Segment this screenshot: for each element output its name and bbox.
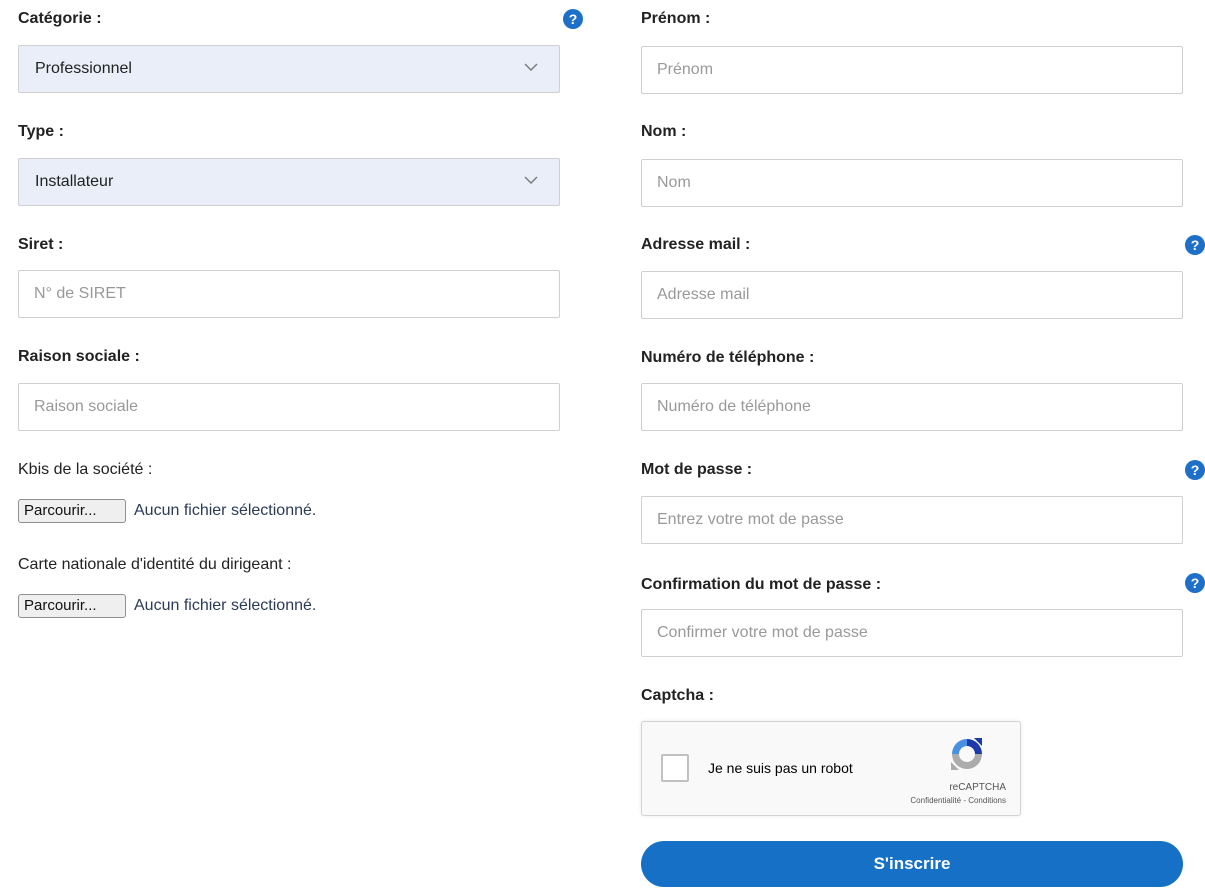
chevron-down-icon bbox=[524, 63, 538, 71]
kbis-browse-button[interactable]: Parcourir... bbox=[18, 499, 126, 523]
confirm-password-input[interactable]: Confirmer votre mot de passe bbox=[641, 609, 1183, 657]
categorie-help-icon[interactable]: ? bbox=[563, 9, 583, 29]
raison-sociale-label: Raison sociale : bbox=[18, 348, 140, 365]
type-select[interactable]: Installateur bbox=[18, 158, 560, 206]
prenom-label: Prénom : bbox=[641, 10, 711, 27]
type-select-value: Installateur bbox=[35, 173, 114, 190]
siret-input[interactable]: N° de SIRET bbox=[18, 270, 560, 318]
cni-browse-button[interactable]: Parcourir... bbox=[18, 594, 126, 618]
telephone-input[interactable]: Numéro de téléphone bbox=[641, 383, 1183, 431]
kbis-file-status: Aucun fichier sélectionné. bbox=[134, 502, 317, 519]
signup-button[interactable]: S'inscrire bbox=[641, 841, 1183, 887]
recaptcha-logo-icon bbox=[951, 738, 982, 770]
email-help-icon[interactable]: ? bbox=[1185, 235, 1205, 255]
siret-label: Siret : bbox=[18, 236, 64, 253]
confirm-password-label: Confirmation du mot de passe : bbox=[641, 576, 882, 593]
nom-label: Nom : bbox=[641, 123, 687, 140]
recaptcha-checkbox[interactable] bbox=[661, 754, 689, 782]
kbis-label: Kbis de la société : bbox=[18, 461, 153, 478]
categorie-label: Catégorie : bbox=[18, 10, 102, 27]
confirm-password-help-icon[interactable]: ? bbox=[1185, 573, 1205, 593]
nom-input[interactable]: Nom bbox=[641, 159, 1183, 207]
recaptcha-checkbox-label: Je ne suis pas un robot bbox=[708, 760, 853, 776]
prenom-input[interactable]: Prénom bbox=[641, 46, 1183, 94]
email-label: Adresse mail : bbox=[641, 236, 751, 253]
email-input[interactable]: Adresse mail bbox=[641, 271, 1183, 319]
telephone-label: Numéro de téléphone : bbox=[641, 349, 815, 366]
recaptcha-brand: reCAPTCHA bbox=[949, 782, 1006, 793]
chevron-down-icon bbox=[524, 176, 538, 184]
categorie-select[interactable]: Professionnel bbox=[18, 45, 560, 93]
password-label: Mot de passe : bbox=[641, 461, 753, 478]
recaptcha-privacy-terms-links[interactable]: Confidentialité - Conditions bbox=[910, 796, 1006, 805]
recaptcha-widget: Je ne suis pas un robot reCAPTCHA Confid… bbox=[641, 721, 1021, 816]
captcha-label: Captcha : bbox=[641, 687, 714, 704]
cni-file-status: Aucun fichier sélectionné. bbox=[134, 597, 317, 614]
categorie-select-value: Professionnel bbox=[35, 60, 132, 77]
cni-label: Carte nationale d'identité du dirigeant … bbox=[18, 556, 292, 573]
type-label: Type : bbox=[18, 123, 64, 140]
password-help-icon[interactable]: ? bbox=[1185, 460, 1205, 480]
raison-sociale-input[interactable]: Raison sociale bbox=[18, 383, 560, 431]
password-input[interactable]: Entrez votre mot de passe bbox=[641, 496, 1183, 544]
